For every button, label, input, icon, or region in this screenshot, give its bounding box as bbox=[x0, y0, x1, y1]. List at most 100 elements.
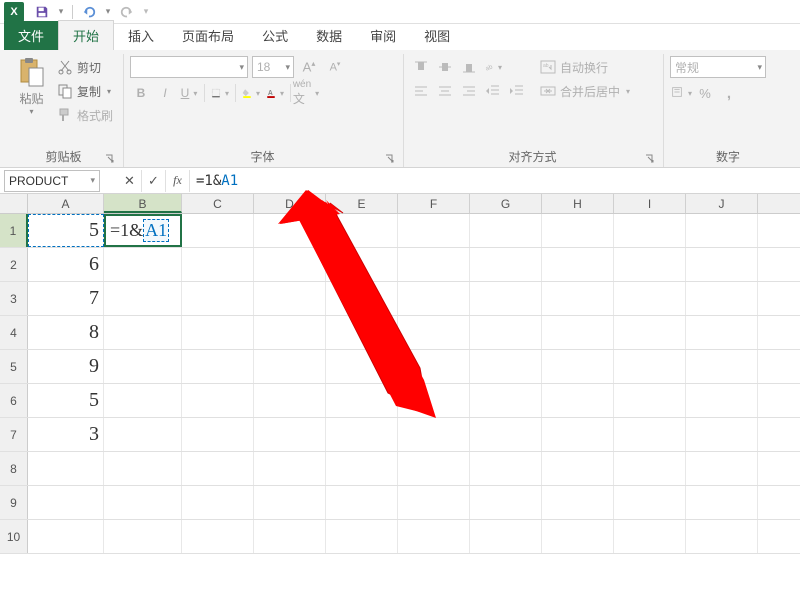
redo-button[interactable] bbox=[116, 2, 138, 22]
row-header-4[interactable]: 4 bbox=[0, 316, 28, 349]
orientation-button[interactable]: ab▾ bbox=[482, 56, 504, 78]
cell-I7[interactable] bbox=[614, 418, 686, 451]
cell-C6[interactable] bbox=[182, 384, 254, 417]
cell-C7[interactable] bbox=[182, 418, 254, 451]
row-header-10[interactable]: 10 bbox=[0, 520, 28, 553]
cell-F3[interactable] bbox=[398, 282, 470, 315]
cell-H2[interactable] bbox=[542, 248, 614, 281]
align-center-button[interactable] bbox=[434, 80, 456, 102]
cell-G3[interactable] bbox=[470, 282, 542, 315]
cell-E3[interactable] bbox=[326, 282, 398, 315]
tab-file[interactable]: 文件 bbox=[4, 21, 58, 50]
cell-C4[interactable] bbox=[182, 316, 254, 349]
cell-B6[interactable] bbox=[104, 384, 182, 417]
cell-F5[interactable] bbox=[398, 350, 470, 383]
column-header-B[interactable]: B bbox=[104, 194, 182, 213]
cell-A5[interactable]: 9 bbox=[28, 350, 104, 383]
cell-F7[interactable] bbox=[398, 418, 470, 451]
cell-H9[interactable] bbox=[542, 486, 614, 519]
cell-B4[interactable] bbox=[104, 316, 182, 349]
bold-button[interactable]: B bbox=[130, 82, 152, 104]
cell-G1[interactable] bbox=[470, 214, 542, 247]
cell-D6[interactable] bbox=[254, 384, 326, 417]
font-size-select[interactable]: 18 bbox=[252, 56, 294, 78]
column-header-D[interactable]: D bbox=[254, 194, 326, 213]
cell-H4[interactable] bbox=[542, 316, 614, 349]
align-bottom-button[interactable] bbox=[458, 56, 480, 78]
cell-J3[interactable] bbox=[686, 282, 758, 315]
tab-review[interactable]: 审阅 bbox=[356, 21, 410, 50]
qat-dropdown[interactable]: ▾ bbox=[55, 2, 67, 22]
cell-D9[interactable] bbox=[254, 486, 326, 519]
cell-A8[interactable] bbox=[28, 452, 104, 485]
cell-H10[interactable] bbox=[542, 520, 614, 553]
merge-center-button[interactable]: 合并后居中▾ bbox=[538, 80, 632, 102]
cell-G9[interactable] bbox=[470, 486, 542, 519]
save-button[interactable] bbox=[31, 2, 53, 22]
cell-D1[interactable] bbox=[254, 214, 326, 247]
cell-J7[interactable] bbox=[686, 418, 758, 451]
increase-font-button[interactable]: A▴ bbox=[298, 56, 320, 78]
cell-G6[interactable] bbox=[470, 384, 542, 417]
cell-D10[interactable] bbox=[254, 520, 326, 553]
cell-F10[interactable] bbox=[398, 520, 470, 553]
cell-I4[interactable] bbox=[614, 316, 686, 349]
cut-button[interactable]: 剪切 bbox=[55, 56, 115, 78]
cell-E1[interactable] bbox=[326, 214, 398, 247]
border-button[interactable]: ▾ bbox=[209, 82, 231, 104]
column-header-H[interactable]: H bbox=[542, 194, 614, 213]
undo-button[interactable] bbox=[78, 2, 100, 22]
copy-button[interactable]: 复制▾ bbox=[55, 80, 115, 102]
align-middle-button[interactable] bbox=[434, 56, 456, 78]
cell-I8[interactable] bbox=[614, 452, 686, 485]
cell-J6[interactable] bbox=[686, 384, 758, 417]
column-header-A[interactable]: A bbox=[28, 194, 104, 213]
cell-E9[interactable] bbox=[326, 486, 398, 519]
cell-D5[interactable] bbox=[254, 350, 326, 383]
cell-D4[interactable] bbox=[254, 316, 326, 349]
cell-A3[interactable]: 7 bbox=[28, 282, 104, 315]
cell-I9[interactable] bbox=[614, 486, 686, 519]
wrap-text-button[interactable]: ab 自动换行 bbox=[538, 56, 632, 78]
column-header-I[interactable]: I bbox=[614, 194, 686, 213]
cell-E2[interactable] bbox=[326, 248, 398, 281]
cell-E5[interactable] bbox=[326, 350, 398, 383]
row-header-6[interactable]: 6 bbox=[0, 384, 28, 417]
cell-D2[interactable] bbox=[254, 248, 326, 281]
cell-I10[interactable] bbox=[614, 520, 686, 553]
name-box[interactable]: PRODUCT bbox=[4, 170, 100, 192]
cell-J8[interactable] bbox=[686, 452, 758, 485]
insert-function-button[interactable]: fx bbox=[166, 170, 190, 192]
cell-G7[interactable] bbox=[470, 418, 542, 451]
row-header-7[interactable]: 7 bbox=[0, 418, 28, 451]
cell-F6[interactable] bbox=[398, 384, 470, 417]
cell-B9[interactable] bbox=[104, 486, 182, 519]
cell-B2[interactable] bbox=[104, 248, 182, 281]
column-header-E[interactable]: E bbox=[326, 194, 398, 213]
cell-E6[interactable] bbox=[326, 384, 398, 417]
cell-B5[interactable] bbox=[104, 350, 182, 383]
cell-G8[interactable] bbox=[470, 452, 542, 485]
cell-I6[interactable] bbox=[614, 384, 686, 417]
column-header-J[interactable]: J bbox=[686, 194, 758, 213]
row-header-9[interactable]: 9 bbox=[0, 486, 28, 519]
cell-H5[interactable] bbox=[542, 350, 614, 383]
cell-H1[interactable] bbox=[542, 214, 614, 247]
cell-A6[interactable]: 5 bbox=[28, 384, 104, 417]
alignment-launcher[interactable] bbox=[645, 153, 655, 163]
cancel-formula-button[interactable]: ✕ bbox=[118, 170, 142, 192]
percent-button[interactable]: % bbox=[694, 82, 716, 104]
cell-E4[interactable] bbox=[326, 316, 398, 349]
increase-indent-button[interactable] bbox=[506, 80, 528, 102]
cell-B7[interactable] bbox=[104, 418, 182, 451]
column-header-C[interactable]: C bbox=[182, 194, 254, 213]
cell-A1[interactable]: 5 bbox=[28, 214, 104, 247]
cell-G4[interactable] bbox=[470, 316, 542, 349]
decrease-indent-button[interactable] bbox=[482, 80, 504, 102]
underline-button[interactable]: U▾ bbox=[178, 82, 200, 104]
tab-view[interactable]: 视图 bbox=[410, 21, 464, 50]
cell-D7[interactable] bbox=[254, 418, 326, 451]
format-painter-button[interactable]: 格式刷 bbox=[55, 104, 115, 126]
row-header-1[interactable]: 1 bbox=[0, 214, 28, 247]
cell-J9[interactable] bbox=[686, 486, 758, 519]
